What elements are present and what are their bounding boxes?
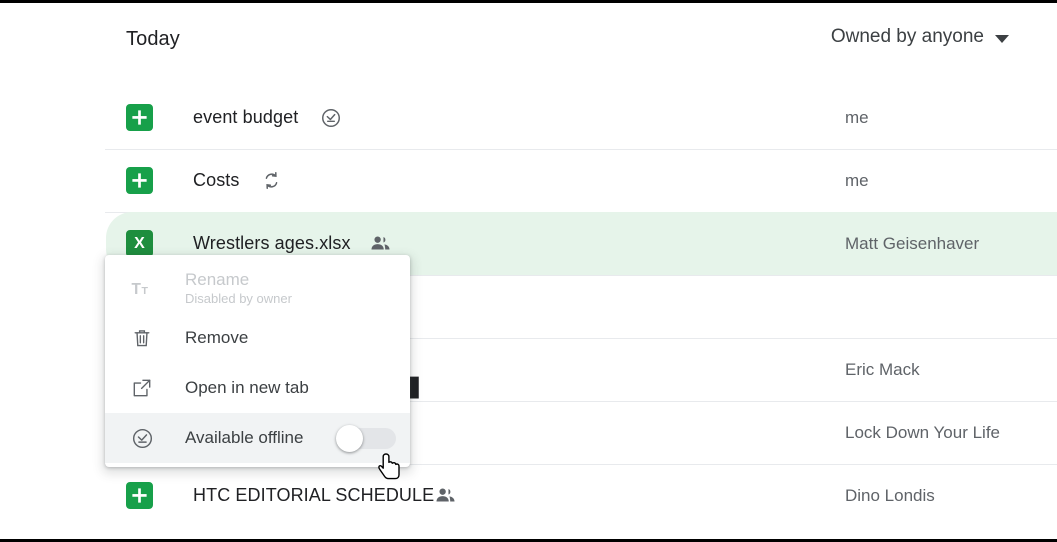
open-in-new-icon xyxy=(127,377,157,399)
owner-name: me xyxy=(845,170,869,190)
owner-name: Matt Geisenhaver xyxy=(845,233,980,253)
context-menu: T T Rename Disabled by owner Remove Open… xyxy=(105,255,410,467)
excel-file-icon: X xyxy=(126,230,153,257)
menu-item-available-offline[interactable]: Available offline xyxy=(105,413,410,463)
chevron-down-icon xyxy=(995,34,1009,43)
menu-item-label: Open in new tab xyxy=(185,378,309,397)
available-offline-icon xyxy=(127,427,157,450)
trash-icon xyxy=(127,327,157,349)
menu-item-remove[interactable]: Remove xyxy=(105,313,410,363)
menu-item-rename: T T Rename Disabled by owner xyxy=(105,263,410,313)
table-row[interactable]: HTC EDITORIAL SCHEDULE Dino Londis xyxy=(0,464,1057,527)
list-header: Today Owned by anyone xyxy=(0,6,1057,78)
file-name: Costs xyxy=(193,170,240,190)
owner-name: me xyxy=(845,107,869,127)
owner-name: Dino Londis xyxy=(845,485,935,505)
sync-icon xyxy=(261,170,282,191)
google-sheets-icon xyxy=(126,167,153,194)
table-row[interactable]: Costs me xyxy=(0,149,1057,212)
menu-item-label: Rename xyxy=(185,269,250,289)
toggle-knob xyxy=(336,425,363,452)
google-sheets-icon xyxy=(126,104,153,131)
svg-text:T: T xyxy=(141,284,148,296)
excel-x-glyph: X xyxy=(134,234,145,252)
table-row[interactable]: event budget me xyxy=(0,86,1057,149)
owner-filter-dropdown[interactable]: Owned by anyone xyxy=(831,26,1009,48)
owner-filter-label: Owned by anyone xyxy=(830,26,984,47)
file-name: Wrestlers ages.xlsx xyxy=(193,233,351,253)
owner-name: Lock Down Your Life xyxy=(845,422,1000,442)
drive-file-list-page: Today Owned by anyone event budget me Co… xyxy=(0,0,1057,542)
available-offline-icon xyxy=(320,107,342,129)
file-name: event budget xyxy=(193,107,299,127)
owner-name: Eric Mack xyxy=(845,359,920,379)
shared-people-icon xyxy=(434,484,457,507)
available-offline-toggle[interactable] xyxy=(336,425,396,452)
page-title: Today xyxy=(126,28,180,50)
menu-item-sublabel: Disabled by owner xyxy=(185,290,292,306)
menu-item-label: Remove xyxy=(185,328,249,347)
menu-item-label: Available offline xyxy=(185,428,304,447)
svg-text:T: T xyxy=(131,280,141,297)
menu-item-open-in-new-tab[interactable]: Open in new tab xyxy=(105,363,410,413)
shared-people-icon xyxy=(369,232,392,255)
google-sheets-icon xyxy=(126,482,153,509)
text-format-icon: T T xyxy=(127,277,157,300)
file-name: HTC EDITORIAL SCHEDULE xyxy=(193,485,435,505)
